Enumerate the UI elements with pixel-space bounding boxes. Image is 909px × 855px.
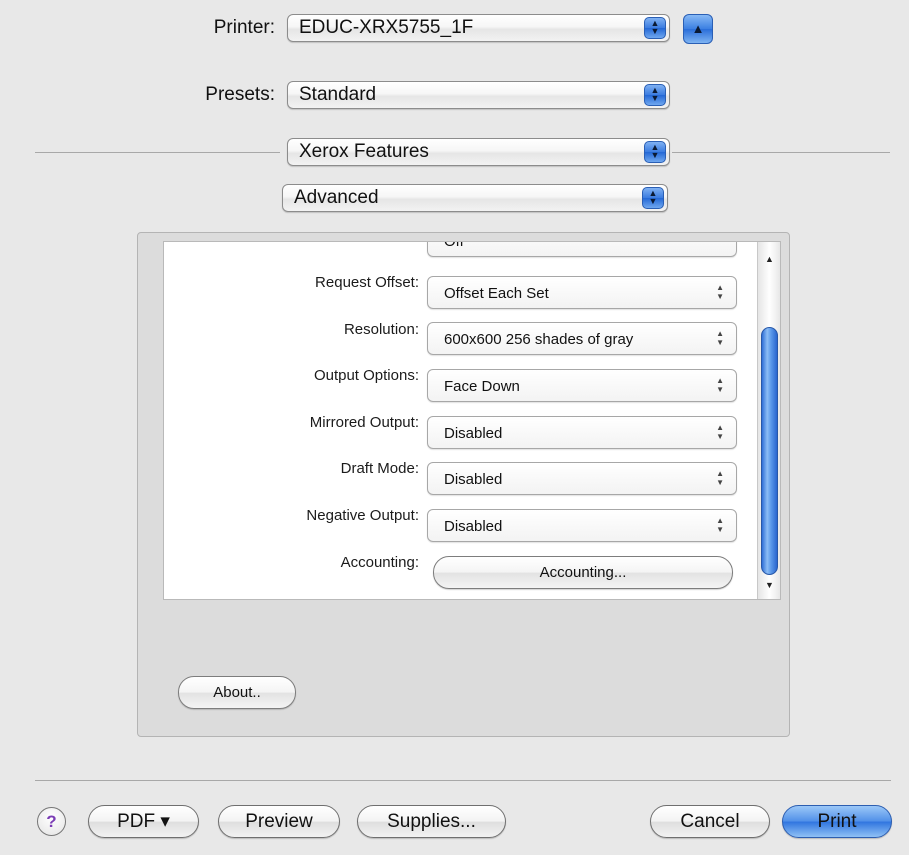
subsection-popup[interactable]: Advanced ▲ ▼ (282, 184, 668, 212)
printer-popup[interactable]: EDUC-XRX5755_1F ▲ ▼ (287, 14, 670, 42)
preview-button[interactable]: Preview (218, 805, 340, 838)
section-value: Xerox Features (299, 141, 429, 162)
option-popup-partial[interactable]: Off (427, 241, 737, 257)
scroll-down-icon[interactable]: ▼ (765, 580, 774, 590)
updown-arrows-icon: ▲ ▼ (716, 329, 724, 347)
triangle-up-icon: ▲ (691, 21, 705, 36)
option-popup[interactable]: Offset Each Set ▲ ▼ (427, 276, 737, 309)
updown-arrows-icon: ▲ ▼ (642, 187, 664, 209)
print-button[interactable]: Print (782, 805, 892, 838)
supplies-button[interactable]: Supplies... (357, 805, 506, 838)
separator-right (672, 152, 890, 153)
accounting-button[interactable]: Accounting... (433, 556, 733, 589)
about-button[interactable]: About.. (178, 676, 296, 709)
updown-arrows-icon: ▲ ▼ (716, 423, 724, 441)
option-value: Face Down (444, 378, 520, 395)
presets-label: Presets: (205, 84, 275, 105)
presets-value: Standard (299, 84, 377, 105)
scroll-up-icon[interactable]: ▲ (765, 254, 774, 264)
help-button[interactable]: ? (37, 807, 66, 836)
option-value: 600x600 256 shades of gray (444, 331, 634, 348)
options-list[interactable]: Off Request Offset: Offset Each Set ▲ ▼ R… (163, 241, 781, 600)
updown-arrows-icon: ▲ ▼ (716, 516, 724, 534)
option-value: Disabled (444, 471, 503, 488)
pdf-button[interactable]: PDF ▾ (88, 805, 199, 838)
updown-arrows-icon: ▲ ▼ (716, 469, 724, 487)
option-popup[interactable]: 600x600 256 shades of gray ▲ ▼ (427, 322, 737, 355)
option-label: Negative Output: (306, 507, 419, 524)
option-value-partial: Off (444, 241, 464, 250)
separator-left (35, 152, 280, 153)
option-value: Offset Each Set (444, 285, 549, 302)
option-label: Mirrored Output: (309, 414, 419, 431)
section-popup[interactable]: Xerox Features ▲ ▼ (287, 138, 670, 166)
option-label: Output Options: (313, 367, 419, 384)
scroll-thumb[interactable] (761, 327, 778, 575)
updown-arrows-icon: ▲ ▼ (716, 376, 724, 394)
question-mark-icon: ? (46, 812, 57, 831)
printer-value: EDUC-XRX5755_1F (299, 17, 474, 38)
presets-popup[interactable]: Standard ▲ ▼ (287, 81, 670, 109)
option-popup[interactable]: Disabled ▲ ▼ (427, 462, 737, 495)
option-label: Resolution: (343, 321, 419, 338)
option-popup[interactable]: Disabled ▲ ▼ (427, 416, 737, 449)
printer-label: Printer: (213, 17, 275, 38)
option-popup[interactable]: Disabled ▲ ▼ (427, 509, 737, 542)
cancel-button[interactable]: Cancel (650, 805, 770, 838)
updown-arrows-icon: ▲ ▼ (644, 141, 666, 163)
updown-arrows-icon: ▲ ▼ (644, 17, 666, 39)
updown-arrows-icon: ▲ ▼ (644, 84, 666, 106)
updown-arrows-icon: ▲ ▼ (716, 283, 724, 301)
option-value: Disabled (444, 425, 503, 442)
bottom-separator (35, 780, 891, 781)
disclosure-eject-button[interactable]: ▲ (683, 14, 713, 44)
option-popup[interactable]: Face Down ▲ ▼ (427, 369, 737, 402)
subsection-value: Advanced (294, 187, 379, 208)
option-label: Draft Mode: (340, 460, 419, 477)
accounting-label: Accounting: (340, 554, 419, 571)
scrollbar[interactable]: ▲ ▼ (757, 242, 780, 599)
option-label: Request Offset: (315, 274, 419, 291)
option-value: Disabled (444, 518, 503, 535)
